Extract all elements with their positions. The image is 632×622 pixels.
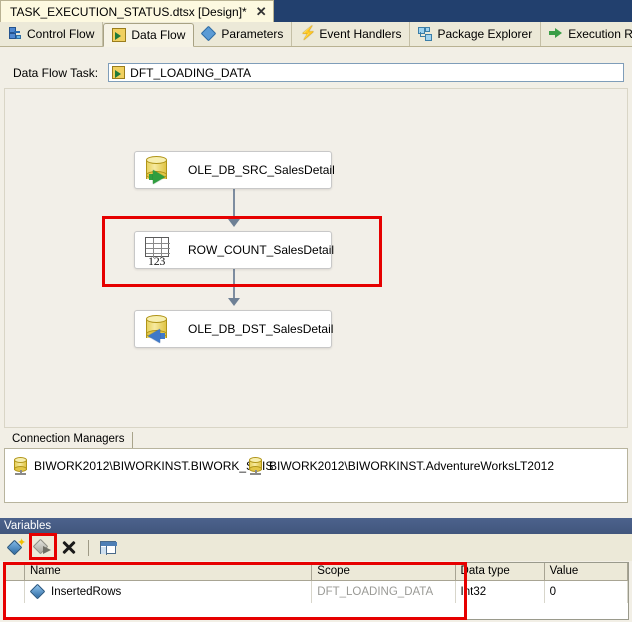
connection-managers-body[interactable]: BIWORK2012\BIWORKINST.BIWORK_SSIS BIWORK… [4, 448, 628, 503]
row-count-icon-number: 123 [148, 254, 166, 268]
component-ole-db-source[interactable]: OLE_DB_SRC_SalesDetail [134, 151, 335, 189]
document-tab-title: TASK_EXECUTION_STATUS.dtsx [Design]* [10, 4, 247, 19]
package-explorer-icon [418, 27, 433, 41]
toolbar-separator [88, 539, 89, 556]
connection-manager-label: BIWORK2012\BIWORKINST.BIWORK_SSIS [34, 459, 274, 473]
designer-tab-bar: Control Flow Data Flow Parameters Event … [0, 22, 632, 47]
tab-control-flow[interactable]: Control Flow [0, 22, 104, 46]
component-row-count-label: ROW_COUNT_SalesDetail [188, 243, 335, 257]
tab-control-flow-label: Control Flow [27, 27, 95, 41]
variables-window: Variables ✦ Name Scope Data type Value I… [0, 518, 632, 622]
data-flow-canvas[interactable]: OLE_DB_SRC_SalesDetail 123 ROW_COUNT_Sal… [4, 88, 628, 428]
ssis-data-flow-designer: TASK_EXECUTION_STATUS.dtsx [Design]* ✕ C… [0, 0, 632, 622]
connection-icon [248, 457, 263, 475]
data-flow-task-combobox[interactable]: DFT_LOADING_DATA [108, 63, 624, 82]
document-tab[interactable]: TASK_EXECUTION_STATUS.dtsx [Design]* ✕ [0, 0, 274, 22]
connection-manager-item[interactable]: BIWORK2012\BIWORKINST.BIWORK_SSIS [13, 457, 273, 475]
delete-variable-button[interactable] [58, 537, 80, 558]
component-ole-db-destination[interactable]: OLE_DB_DST_SalesDetail [134, 310, 334, 348]
column-header-data-type[interactable]: Data type [455, 563, 545, 581]
tab-execution-results[interactable]: Execution Results [541, 22, 632, 46]
connection-managers-panel: Connection Managers BIWORK2012\BIWORKINS… [4, 431, 628, 503]
connection-manager-item[interactable]: BIWORK2012\BIWORKINST.AdventureWorksLT20… [248, 457, 554, 475]
db-destination-icon [142, 312, 176, 346]
cell-variable-value[interactable]: 0 [545, 581, 628, 603]
event-handlers-icon [300, 25, 316, 41]
tab-data-flow-label: Data Flow [131, 28, 186, 42]
connection-managers-tab[interactable]: Connection Managers [4, 432, 133, 448]
column-header-value[interactable]: Value [544, 563, 628, 581]
data-flow-task-label: Data Flow Task: [13, 65, 99, 80]
parameters-icon [202, 27, 216, 41]
execution-results-icon [549, 27, 563, 41]
component-ole-db-destination-label: OLE_DB_DST_SalesDetail [188, 322, 334, 336]
tab-package-explorer[interactable]: Package Explorer [410, 22, 542, 46]
data-flow-path-2-arrowhead [228, 298, 240, 306]
grid-options-button[interactable] [97, 537, 119, 558]
data-flow-icon [112, 66, 126, 79]
variables-grid-highlight-box [3, 562, 467, 620]
tab-execution-results-label: Execution Results [568, 27, 632, 41]
document-tab-strip: TASK_EXECUTION_STATUS.dtsx [Design]* ✕ [0, 0, 632, 22]
tab-parameters[interactable]: Parameters [194, 22, 293, 46]
tab-package-explorer-label: Package Explorer [437, 27, 533, 41]
tab-data-flow[interactable]: Data Flow [103, 23, 195, 47]
add-variable-button[interactable]: ✦ [6, 537, 28, 558]
variables-title: Variables [0, 518, 632, 534]
connection-icon [13, 457, 28, 475]
component-ole-db-source-label: OLE_DB_SRC_SalesDetail [188, 163, 335, 177]
tab-event-handlers[interactable]: Event Handlers [292, 22, 411, 46]
tab-event-handlers-label: Event Handlers [319, 27, 402, 41]
row-count-icon: 123 [142, 233, 176, 268]
component-row-count[interactable]: 123 ROW_COUNT_SalesDetail [134, 231, 335, 269]
tab-parameters-label: Parameters [221, 27, 284, 41]
data-flow-icon [112, 28, 127, 42]
control-flow-icon [8, 27, 22, 41]
data-flow-task-row: Data Flow Task: DFT_LOADING_DATA [0, 58, 632, 87]
db-source-icon [142, 153, 176, 187]
connection-managers-tab-row: Connection Managers [4, 431, 628, 448]
map-variable-button[interactable] [32, 536, 54, 557]
close-icon[interactable]: ✕ [256, 4, 267, 19]
data-flow-task-selected: DFT_LOADING_DATA [130, 65, 252, 80]
connection-manager-label: BIWORK2012\BIWORKINST.AdventureWorksLT20… [269, 459, 554, 473]
cell-variable-data-type[interactable]: Int32 [456, 581, 545, 603]
variables-toolbar: ✦ [0, 532, 632, 561]
